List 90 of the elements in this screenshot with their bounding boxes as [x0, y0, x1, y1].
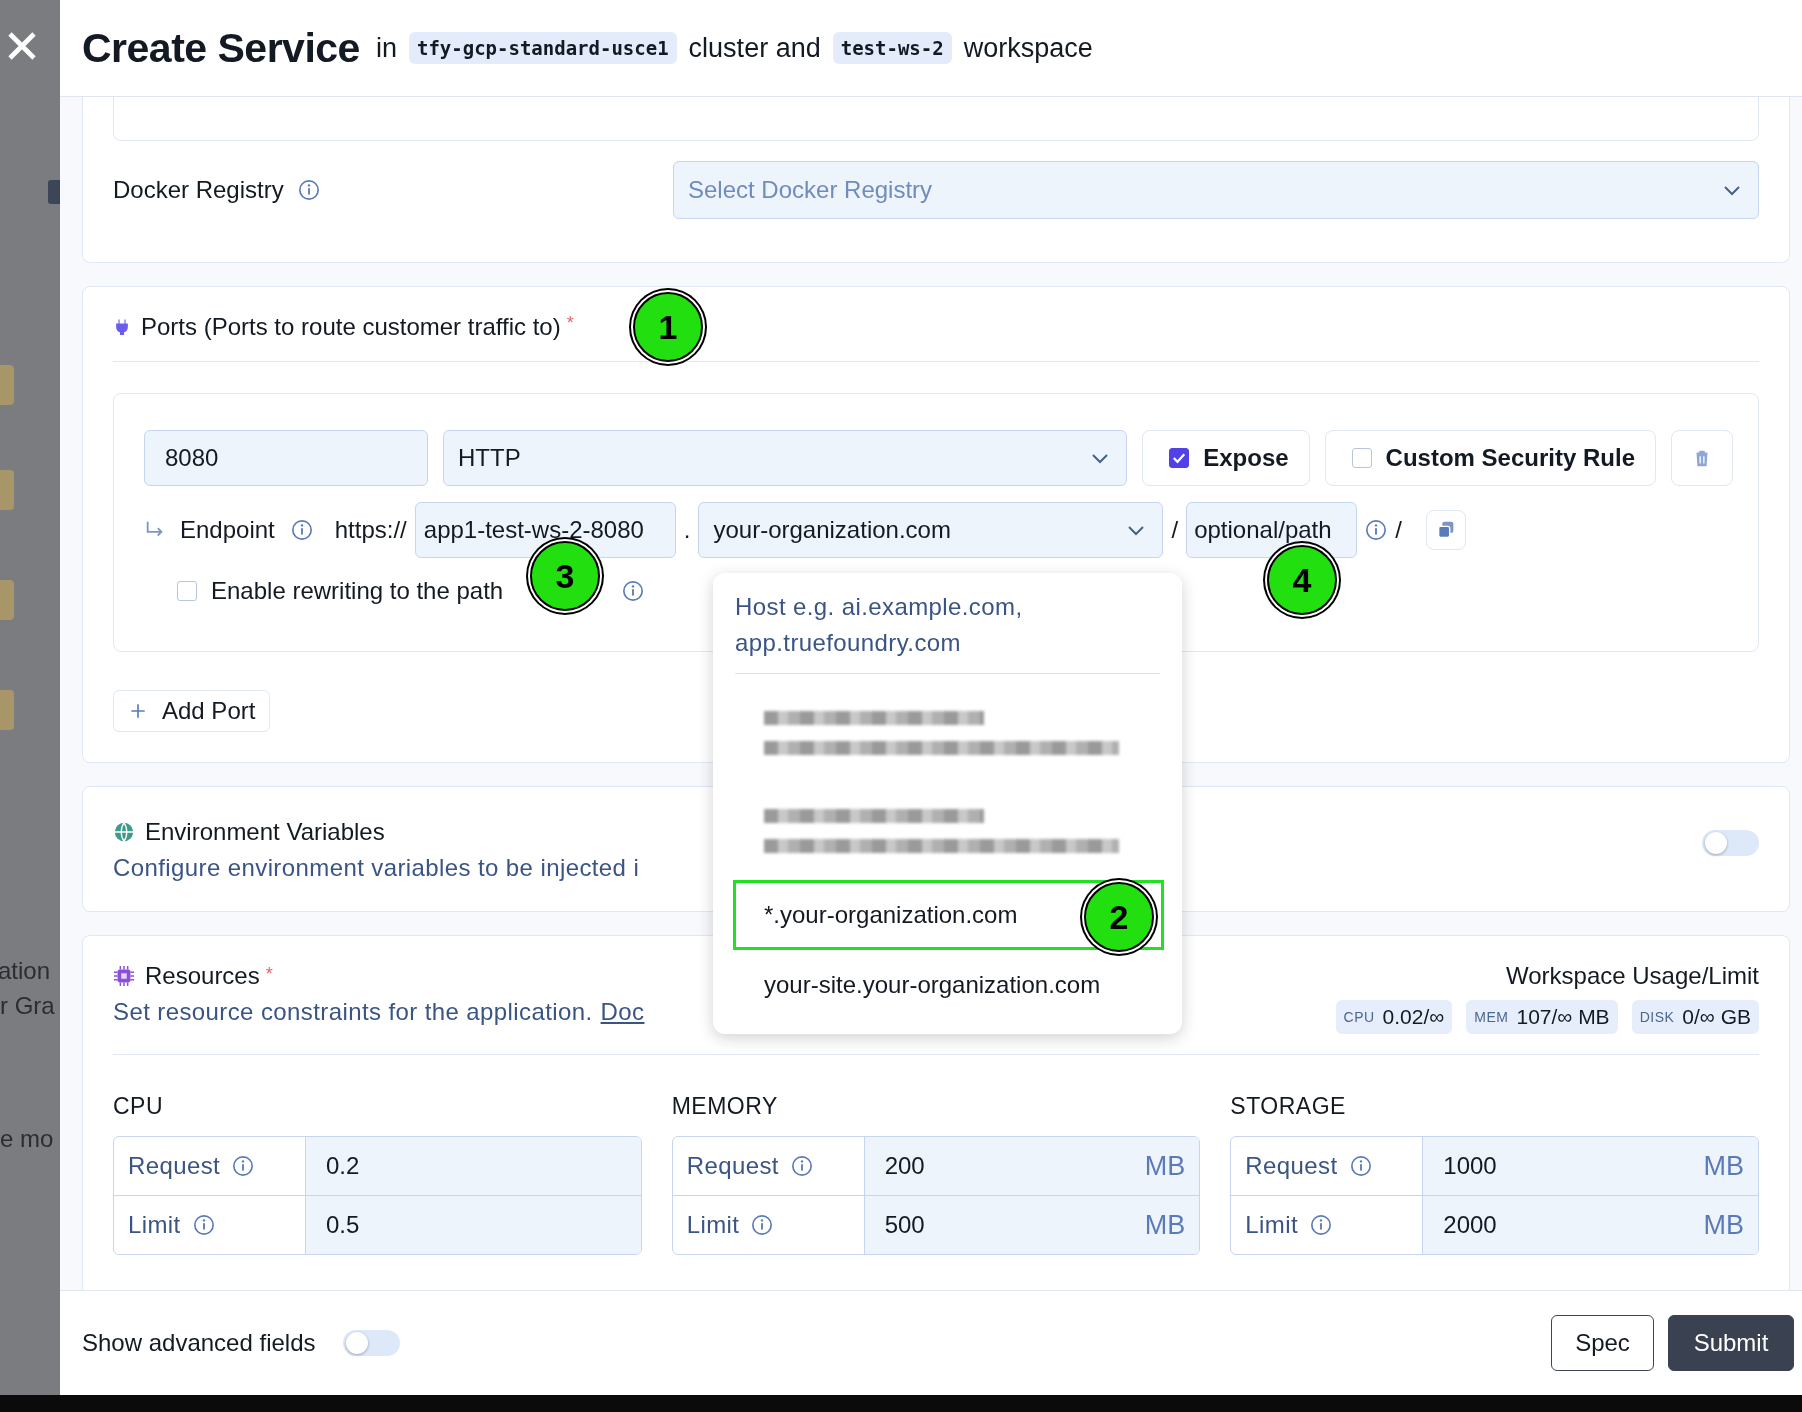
info-icon [751, 1214, 774, 1236]
close-icon [6, 30, 38, 62]
checkbox-label: Enable rewriting to the path [211, 577, 504, 605]
field-label: Endpoint [180, 516, 275, 544]
required-mark: * [265, 964, 273, 985]
input-field[interactable]: 2000 MB [1423, 1196, 1758, 1254]
unit-label: MB [1703, 1150, 1744, 1182]
info-icon [1365, 519, 1388, 541]
info-icon [1349, 1155, 1372, 1177]
field-label: Limit [1245, 1211, 1298, 1239]
app-icon [48, 180, 60, 204]
docs-link[interactable]: Doc [600, 998, 645, 1025]
url-scheme: https:// [334, 516, 407, 544]
unit-label: MB [1144, 1150, 1186, 1182]
custom-security-rule-toggle[interactable]: Custom Security Rule [1324, 430, 1656, 486]
delete-button[interactable] [1671, 430, 1733, 486]
field-label: Request [1245, 1152, 1338, 1180]
tag [0, 470, 14, 510]
plus-icon [128, 701, 148, 721]
info-icon [297, 179, 320, 201]
toggle-label: Show advanced fields [82, 1329, 316, 1357]
unit-label: MB [1144, 1209, 1186, 1241]
copy-button[interactable] [1425, 510, 1466, 550]
input-field[interactable]: 0.5 [306, 1196, 641, 1254]
field-label: Docker Registry [113, 176, 284, 204]
window-title: Create Service [82, 24, 360, 72]
step-marker: 1 [633, 292, 703, 362]
section-description: Set resource constraints for the application. [113, 998, 593, 1025]
field-label: Request [686, 1152, 779, 1180]
info-icon [1310, 1214, 1332, 1236]
dropdown-option[interactable]: your-site.your-organization.com [733, 950, 1164, 1020]
group-title: MEMORY [671, 1093, 779, 1120]
dropdown-hint: Host e.g. ai.example.com, app.truefoundry.com [734, 592, 1024, 658]
subdomain-field[interactable]: app1-test-ws-2-8080 [414, 502, 676, 558]
section-title: Environment Variables [145, 818, 385, 846]
input-field[interactable]: 1000 MB [1423, 1137, 1758, 1196]
usage-badge: DISK 0/∞ GB [1631, 1000, 1759, 1034]
toggle-switch[interactable] [343, 1330, 401, 1356]
background-text: e mo [0, 1125, 54, 1153]
field-label: Request [128, 1152, 221, 1180]
group-title: STORAGE [1230, 1093, 1347, 1120]
input-field[interactable]: 500 MB [864, 1196, 1200, 1254]
separator: . [683, 516, 691, 544]
field-label: Limit [686, 1211, 740, 1239]
chip-icon [113, 965, 135, 987]
header-text: cluster and [688, 32, 821, 64]
usage-badge: MEM 107/∞ MB [1466, 1000, 1618, 1034]
field-label: Limit [128, 1211, 181, 1239]
host-select[interactable]: your-organization.com [698, 502, 1164, 558]
checkbox[interactable] [1351, 448, 1372, 468]
required-mark: * [566, 313, 574, 334]
tag [0, 365, 14, 405]
cluster-tag: tfy-gcp-standard-usce1 [408, 32, 677, 64]
group-title: CPU [113, 1093, 165, 1120]
info-icon [192, 1214, 215, 1236]
checkbox[interactable] [1169, 448, 1190, 468]
background-text: r Gra [0, 992, 55, 1020]
globe-icon [113, 821, 135, 843]
step-marker: 4 [1267, 545, 1337, 615]
usage-title: Workspace Usage/Limit [1506, 962, 1759, 990]
protocol-select[interactable]: HTTP [443, 430, 1128, 486]
input-field[interactable]: 0.2 [306, 1137, 641, 1196]
port-field[interactable]: 8080 [144, 430, 428, 486]
step-marker: 2 [1084, 882, 1154, 952]
separator: / [1171, 516, 1179, 544]
separator: / [1395, 516, 1402, 544]
path-field[interactable]: optional/path [1186, 502, 1358, 558]
section-title: Resources [145, 962, 260, 990]
add-port-button[interactable]: Add Port [113, 690, 271, 732]
input-field[interactable]: 200 MB [864, 1137, 1200, 1196]
usage-badge: CPU 0.02/∞ [1335, 1000, 1453, 1034]
input-field[interactable] [113, 97, 1759, 141]
section-title: Ports (Ports to route customer traffic to) [141, 313, 561, 341]
info-icon [790, 1155, 813, 1177]
submit-button[interactable]: Submit [1668, 1315, 1794, 1371]
info-icon [290, 519, 313, 541]
header-text: workspace [963, 32, 1093, 64]
spec-button[interactable]: Spec [1551, 1315, 1654, 1371]
expose-toggle[interactable]: Expose [1142, 430, 1310, 486]
section-description: Configure environment variables to be injected i [113, 854, 640, 882]
checkbox[interactable] [177, 581, 197, 601]
step-marker: 3 [530, 541, 600, 611]
tag [0, 580, 14, 620]
info-icon [232, 1155, 255, 1177]
info-icon [622, 580, 645, 602]
cluster-tag: test-ws-2 [832, 32, 952, 64]
header-text: in [375, 32, 397, 64]
toggle-switch[interactable] [1702, 830, 1759, 856]
tag [0, 690, 14, 730]
unit-label: MB [1703, 1209, 1744, 1241]
